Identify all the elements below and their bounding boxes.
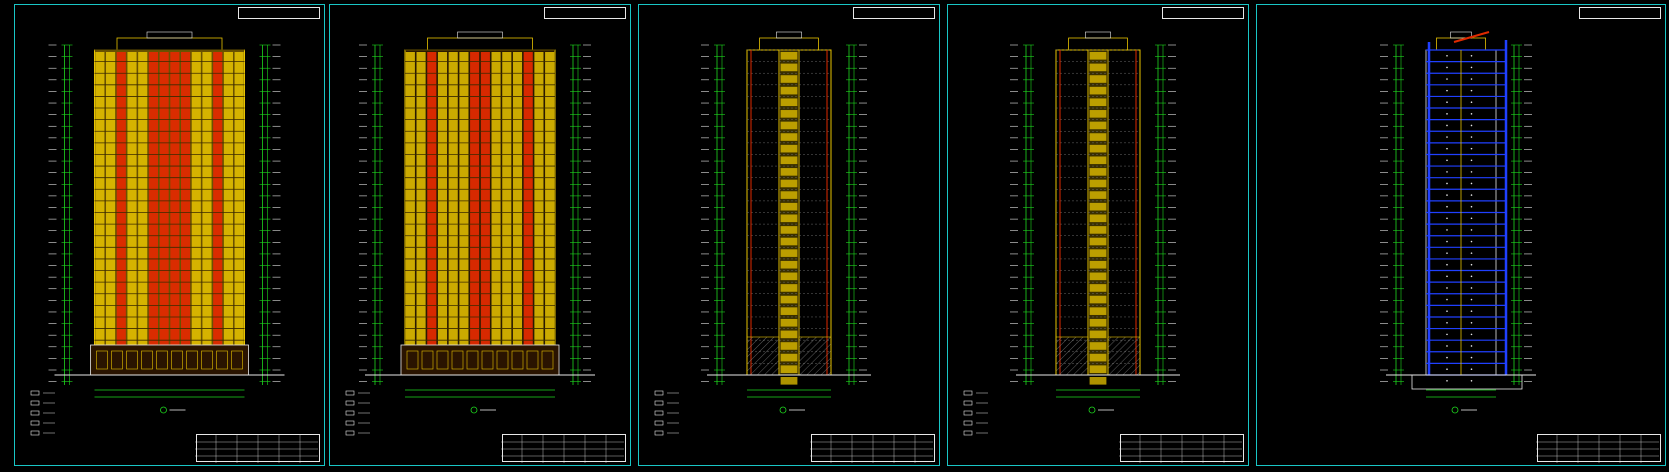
legend-swatch: [654, 400, 664, 406]
legend-swatch: [30, 410, 40, 416]
legend-swatch: [654, 430, 664, 436]
roof-structure: [427, 37, 533, 51]
hatched-base: [746, 336, 780, 376]
sheet-building-section: [1256, 4, 1666, 466]
hatched-base: [1055, 336, 1089, 376]
drawing-title-marker: [1451, 406, 1459, 414]
legend-swatch: [345, 430, 355, 436]
roof-structure: [1068, 37, 1128, 51]
drawing-title-marker: [1088, 406, 1096, 414]
legend-swatch: [654, 420, 664, 426]
sheet-front-elevation: [14, 4, 325, 466]
legend-swatch: [345, 410, 355, 416]
drawing-canvas: [654, 31, 933, 463]
legend-swatch: [30, 430, 40, 436]
legend-swatch: [963, 410, 973, 416]
roof-structure: [759, 37, 819, 51]
drawing-canvas: [30, 31, 318, 463]
drawing-title-marker: [779, 406, 787, 414]
basement: [1411, 374, 1523, 390]
drawing-canvas: [1380, 31, 1659, 463]
podium: [400, 344, 560, 376]
legend-swatch: [963, 400, 973, 406]
cad-drawing-set: [0, 0, 1669, 472]
roof-structure: [116, 37, 223, 51]
sheet-side-elevation-right: [947, 4, 1249, 466]
drawing-title-marker: [470, 406, 478, 414]
drawing-canvas: [963, 31, 1242, 463]
legend-swatch: [345, 400, 355, 406]
legend-swatch: [654, 410, 664, 416]
legend-swatch: [963, 390, 973, 396]
legend-swatch: [30, 390, 40, 396]
legend-swatch: [654, 390, 664, 396]
sheet-rear-elevation: [329, 4, 631, 466]
legend-swatch: [963, 420, 973, 426]
legend-swatch: [963, 430, 973, 436]
sheet-side-elevation-left: [638, 4, 940, 466]
podium: [90, 344, 249, 376]
legend-swatch: [30, 420, 40, 426]
legend-swatch: [30, 400, 40, 406]
drawing-canvas: [345, 31, 624, 463]
legend-swatch: [345, 420, 355, 426]
drawing-title-marker: [160, 406, 167, 414]
legend-swatch: [345, 390, 355, 396]
